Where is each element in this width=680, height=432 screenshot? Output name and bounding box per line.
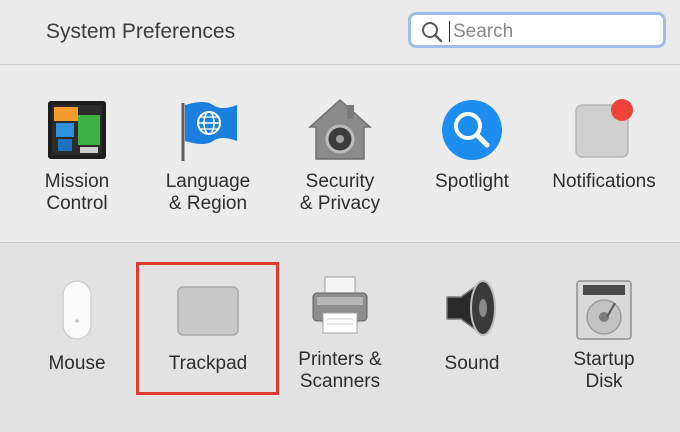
security-privacy-icon <box>308 98 372 160</box>
search-input[interactable] <box>451 18 655 46</box>
pane-printers-scanners[interactable]: Printers & Scanners <box>275 243 405 431</box>
pane-notifications[interactable]: Notifications <box>539 65 669 241</box>
window-title: System Preferences <box>46 20 236 43</box>
pane-spotlight[interactable]: Spotlight <box>407 65 537 241</box>
toolbar: System Preferences <box>0 0 680 65</box>
language-region-icon <box>181 102 237 161</box>
spotlight-icon <box>442 100 502 160</box>
trackpad-highlight-box <box>136 262 279 395</box>
pane-label: Mission Control <box>44 171 110 214</box>
pane-mouse[interactable]: Mouse <box>12 243 142 431</box>
search-icon <box>422 22 443 43</box>
text-caret <box>449 21 450 42</box>
pane-label: Language & Region <box>165 171 251 214</box>
pane-security-privacy[interactable]: Security & Privacy <box>275 65 405 241</box>
pane-label: Printers & Scanners <box>298 349 382 392</box>
pane-label: Startup Disk <box>573 349 635 392</box>
search-field[interactable] <box>408 12 666 48</box>
pane-label: Mouse <box>48 353 106 374</box>
mouse-icon <box>62 280 92 340</box>
pane-label: Spotlight <box>435 171 509 192</box>
printers-scanners-icon <box>312 276 368 334</box>
personal-prefs-row: Mission Control Language & Region Securi… <box>0 65 680 241</box>
pane-sound[interactable]: Sound <box>407 243 537 431</box>
notifications-icon <box>575 99 633 158</box>
pane-label: Sound <box>444 353 500 374</box>
pane-label: Security & Privacy <box>299 171 381 214</box>
pane-language-region[interactable]: Language & Region <box>143 65 273 241</box>
sound-icon <box>446 279 496 337</box>
hardware-prefs-row: Mouse Trackpad Printers & Scanners Sound <box>0 242 680 432</box>
startup-disk-icon <box>576 280 632 340</box>
pane-startup-disk[interactable]: Startup Disk <box>539 243 669 431</box>
mission-control-icon <box>48 101 106 159</box>
pane-mission-control[interactable]: Mission Control <box>12 65 142 241</box>
pane-label: Notifications <box>552 171 656 192</box>
